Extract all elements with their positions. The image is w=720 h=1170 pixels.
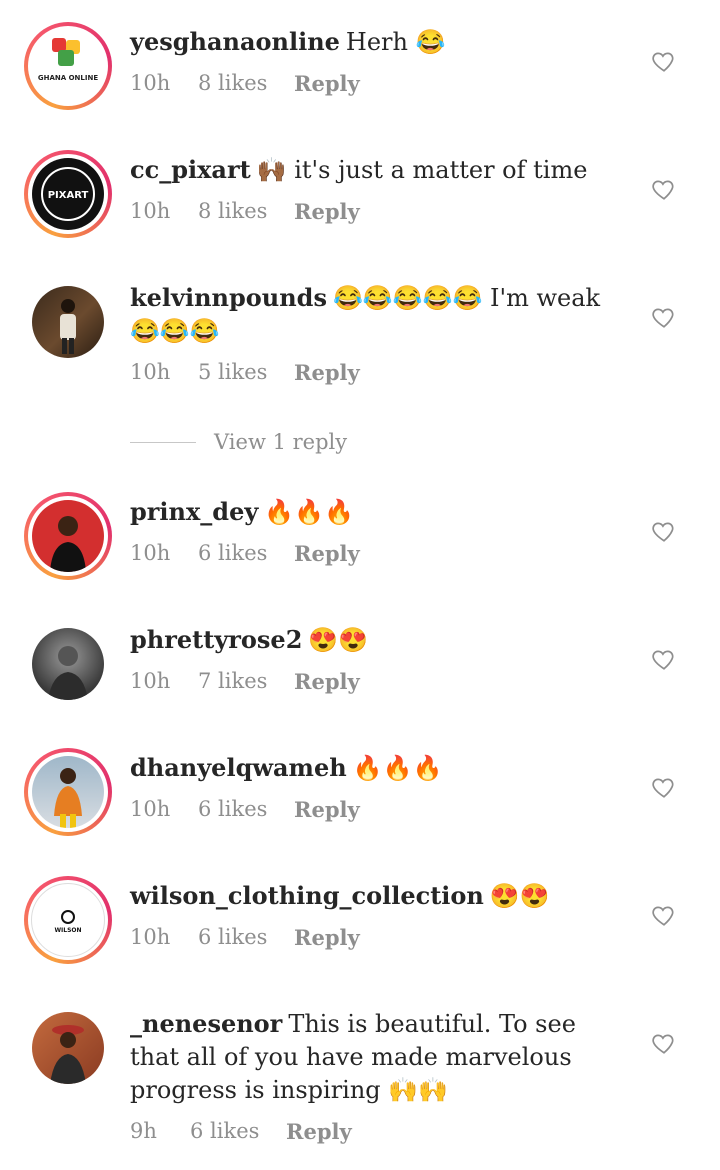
comment-text: prinx_dey 🔥🔥🔥: [130, 495, 610, 529]
username-link[interactable]: cc_pixart: [130, 155, 251, 184]
person-photo: [60, 299, 76, 354]
timestamp: 10h: [130, 360, 171, 384]
reply-divider: [130, 441, 196, 443]
wilson-logo: WILSON: [54, 910, 82, 934]
reply-button[interactable]: Reply: [294, 360, 360, 385]
reply-button[interactable]: Reply: [294, 199, 360, 224]
heart-outline-icon[interactable]: [651, 902, 677, 928]
likes-count[interactable]: 6 likes: [198, 797, 294, 822]
heart-outline-icon[interactable]: [651, 176, 677, 202]
comment-body: 🙌🏾 it's just a matter of time: [256, 156, 588, 184]
reply-button[interactable]: Reply: [286, 1119, 352, 1144]
comment-text: dhanyelqwameh 🔥🔥🔥: [130, 751, 610, 785]
timestamp: 10h: [130, 925, 171, 949]
comment-text: phrettyrose2 😍😍: [130, 623, 610, 657]
view-replies-label: View 1 reply: [214, 430, 348, 454]
likes-count[interactable]: 7 likes: [198, 669, 294, 694]
reply-button[interactable]: Reply: [294, 541, 360, 566]
likes-count[interactable]: 8 likes: [198, 199, 294, 224]
view-replies-button[interactable]: View 1 reply: [130, 430, 347, 454]
comment-body: 🔥🔥🔥: [264, 498, 354, 526]
likes-count[interactable]: 5 likes: [198, 360, 294, 385]
comment-text: yesghanaonline Herh 😂: [130, 25, 610, 59]
heart-outline-icon[interactable]: [651, 304, 677, 330]
likes-count[interactable]: 6 likes: [198, 925, 294, 950]
heart-outline-icon[interactable]: [651, 48, 677, 74]
person-photo: [48, 646, 88, 700]
heart-outline-icon[interactable]: [651, 646, 677, 672]
timestamp: 10h: [130, 199, 171, 223]
comment-body: 🔥🔥🔥: [352, 754, 443, 782]
comment-body: 😍😍: [489, 882, 550, 910]
username-link[interactable]: kelvinnpounds: [130, 283, 327, 312]
comment-text: cc_pixart 🙌🏾 it's just a matter of time: [130, 153, 610, 187]
username-link[interactable]: wilson_clothing_collection: [130, 881, 484, 910]
username-link[interactable]: _nenesenor: [130, 1009, 282, 1038]
username-link[interactable]: dhanyelqwameh: [130, 753, 347, 782]
comment-meta: 10h 6 likes Reply: [130, 541, 360, 566]
avatar[interactable]: [24, 1004, 112, 1092]
person-photo: [54, 768, 82, 828]
comment-text: _nenesenor This is beautiful. To see that…: [130, 1007, 610, 1107]
heart-outline-icon[interactable]: [651, 774, 677, 800]
avatar[interactable]: PIXART: [24, 150, 112, 238]
timestamp: 10h: [130, 797, 171, 821]
likes-count[interactable]: 8 likes: [198, 71, 294, 96]
timestamp: 10h: [130, 71, 171, 95]
heart-outline-icon[interactable]: [651, 518, 677, 544]
svg-text:WILSON: WILSON: [54, 927, 81, 934]
timestamp: 9h: [130, 1119, 157, 1143]
comment-meta: 10h 6 likes Reply: [130, 925, 360, 950]
avatar[interactable]: [24, 278, 112, 366]
svg-text:PIXART: PIXART: [48, 190, 89, 201]
comment-meta: 10h 7 likes Reply: [130, 669, 360, 694]
svg-text:GHANA ONLINE: GHANA ONLINE: [38, 74, 98, 82]
avatar[interactable]: GHANA ONLINE: [24, 22, 112, 110]
reply-button[interactable]: Reply: [294, 925, 360, 950]
ghana-online-logo: GHANA ONLINE: [38, 38, 98, 82]
comment-meta: 10h 6 likes Reply: [130, 797, 360, 822]
reply-button[interactable]: Reply: [294, 669, 360, 694]
username-link[interactable]: phrettyrose2: [130, 625, 302, 654]
person-photo: [50, 1025, 86, 1084]
username-link[interactable]: yesghanaonline: [130, 27, 340, 56]
likes-count[interactable]: 6 likes: [190, 1119, 286, 1144]
reply-button[interactable]: Reply: [294, 71, 360, 96]
comment-body: 😍😍: [308, 626, 369, 654]
avatar[interactable]: [24, 620, 112, 708]
heart-outline-icon[interactable]: [651, 1030, 677, 1056]
avatar[interactable]: [24, 748, 112, 836]
username-link[interactable]: prinx_dey: [130, 497, 258, 526]
comment-meta: 10h 8 likes Reply: [130, 71, 360, 96]
comment-text: wilson_clothing_collection 😍😍: [130, 879, 610, 913]
comment-meta: 9h 6 likes Reply: [130, 1119, 352, 1144]
reply-button[interactable]: Reply: [294, 797, 360, 822]
comment-meta: 10h 5 likes Reply: [130, 360, 360, 385]
avatar[interactable]: [24, 492, 112, 580]
person-photo: [50, 516, 86, 572]
timestamp: 10h: [130, 669, 171, 693]
comment-meta: 10h 8 likes Reply: [130, 199, 360, 224]
likes-count[interactable]: 6 likes: [198, 541, 294, 566]
pixart-logo: PIXART: [41, 167, 95, 221]
avatar[interactable]: WILSON: [24, 876, 112, 964]
comment-body: Herh 😂: [345, 28, 446, 56]
timestamp: 10h: [130, 541, 171, 565]
comment-text: kelvinnpounds 😂😂😂😂😂 I'm weak 😂😂😂: [130, 281, 610, 348]
